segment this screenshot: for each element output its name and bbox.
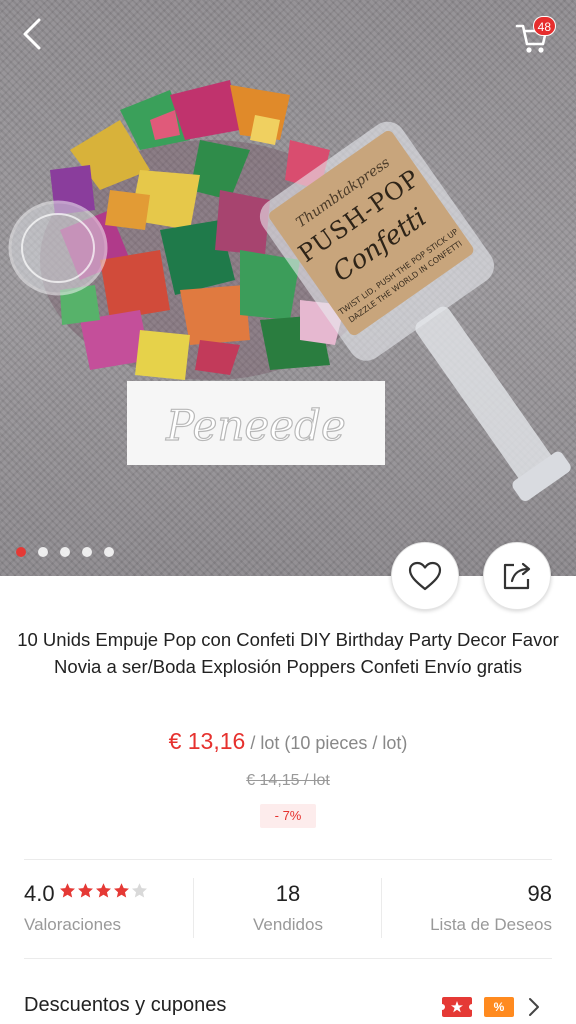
carousel-dot[interactable] <box>16 547 26 557</box>
star-filled-icon <box>59 883 75 898</box>
sold-label: Vendidos <box>253 915 323 934</box>
watermark-card: Peneede <box>127 381 385 465</box>
divider <box>24 859 552 860</box>
stats-row: 4.0 Valoraciones 18 Vendidos 98 Lista de… <box>0 878 576 940</box>
ratings-value: 4.0 <box>24 878 194 910</box>
ratings-stat[interactable]: 4.0 Valoraciones <box>24 878 194 940</box>
share-button[interactable] <box>483 542 551 610</box>
store-coupon-icon <box>439 997 475 1017</box>
favorite-button[interactable] <box>391 542 459 610</box>
sold-stat[interactable]: 18 Vendidos <box>194 878 382 940</box>
sold-count: 18 <box>275 881 301 906</box>
share-icon <box>503 562 531 590</box>
carousel-dot[interactable] <box>38 547 48 557</box>
carousel-dot[interactable] <box>60 547 70 557</box>
current-price: € 13,16 <box>168 728 246 754</box>
star-empty-icon <box>131 883 147 898</box>
carousel-dot[interactable] <box>104 547 114 557</box>
heart-icon <box>408 561 442 591</box>
product-photo: Thumbtakpress PUSH-POP Confetti TWIST LI… <box>8 80 571 502</box>
wishlist-label: Lista de Deseos <box>430 915 552 934</box>
cart-button[interactable]: 48 <box>514 14 556 54</box>
cart-count-badge: 48 <box>532 16 556 36</box>
rating-number: 4.0 <box>24 881 55 906</box>
carousel-indicator[interactable] <box>16 547 114 557</box>
store-coupon-icon-glyph <box>439 1001 475 1013</box>
percent-icon: % <box>484 997 514 1017</box>
chevron-left-icon <box>23 18 41 50</box>
product-title: 10 Unids Empuje Pop con Confeti DIY Birt… <box>17 629 559 677</box>
chevron-right-icon <box>529 998 539 1016</box>
wishlist-stat[interactable]: 98 Lista de Deseos <box>382 878 552 940</box>
star-filled-icon <box>113 883 129 898</box>
container-lid <box>8 200 108 296</box>
back-button[interactable] <box>14 14 50 54</box>
discount-badge: - 7% <box>260 804 316 828</box>
original-price: € 14,15 / lot <box>246 772 330 789</box>
rating-stars <box>59 882 148 899</box>
discounts-coupons-row[interactable]: Descuentos y cupones % <box>0 980 576 1024</box>
divider <box>24 958 552 959</box>
watermark-text: Peneede <box>165 401 346 450</box>
price-row: € 13,16 / lot (10 pieces / lot) <box>0 728 576 755</box>
wishlist-count: 98 <box>527 881 552 906</box>
ratings-label: Valoraciones <box>24 915 122 934</box>
carousel-dot[interactable] <box>82 547 92 557</box>
star-filled-icon <box>95 883 111 898</box>
product-image-gallery[interactable]: Thumbtakpress PUSH-POP Confetti TWIST LI… <box>0 0 576 576</box>
price-unit: / lot (10 pieces / lot) <box>245 733 408 753</box>
star-filled-icon <box>77 883 93 898</box>
coupons-label: Descuentos y cupones <box>24 994 227 1016</box>
